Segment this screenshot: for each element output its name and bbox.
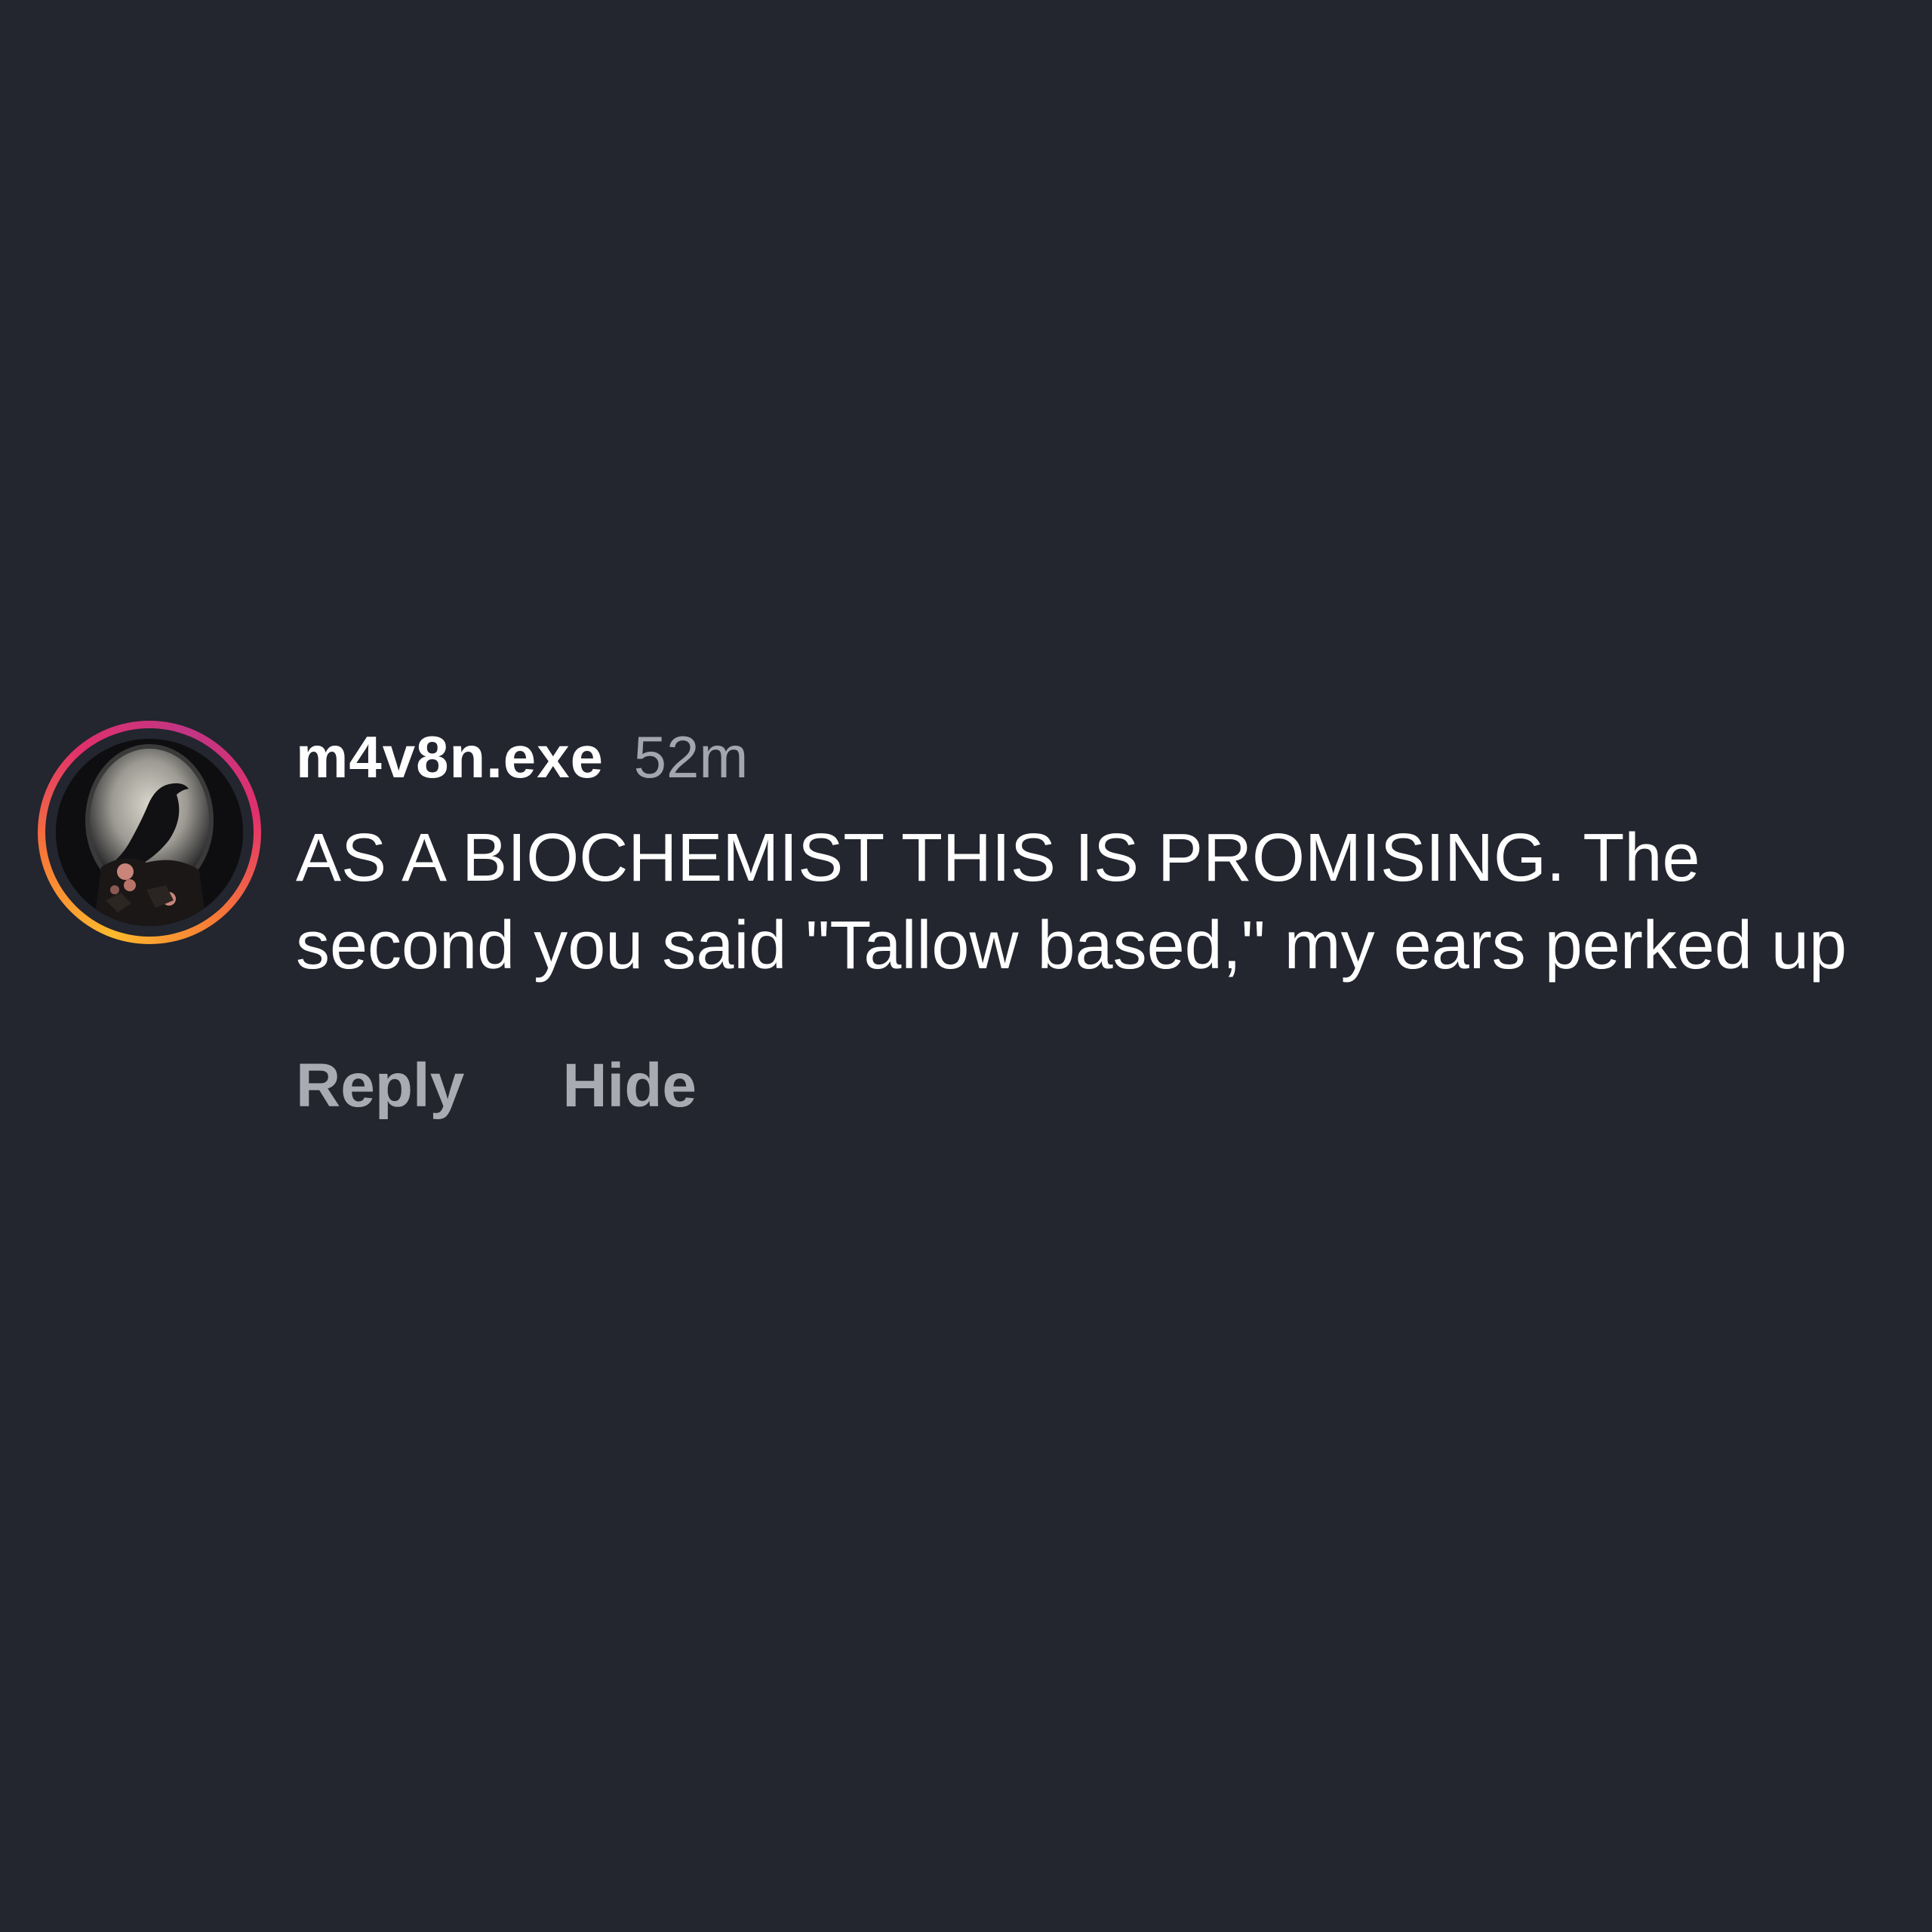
comment-actions: Reply Hide bbox=[296, 1050, 1896, 1122]
hide-button[interactable]: Hide bbox=[562, 1050, 697, 1122]
timestamp: 52m bbox=[633, 724, 749, 790]
reply-button[interactable]: Reply bbox=[296, 1050, 464, 1122]
avatar-story-ring[interactable] bbox=[38, 721, 261, 944]
comment-text: AS A BIOCHEMIST THIS IS PROMISING. The s… bbox=[296, 820, 1847, 983]
avatar[interactable] bbox=[56, 739, 243, 926]
comment-content: m4v8n.exe 52m AS A BIOCHEMIST THIS IS PR… bbox=[296, 721, 1896, 1122]
comment-meta: m4v8n.exe 52m bbox=[296, 721, 1896, 793]
username[interactable]: m4v8n.exe bbox=[296, 724, 604, 790]
raven-avatar-icon bbox=[56, 739, 243, 926]
